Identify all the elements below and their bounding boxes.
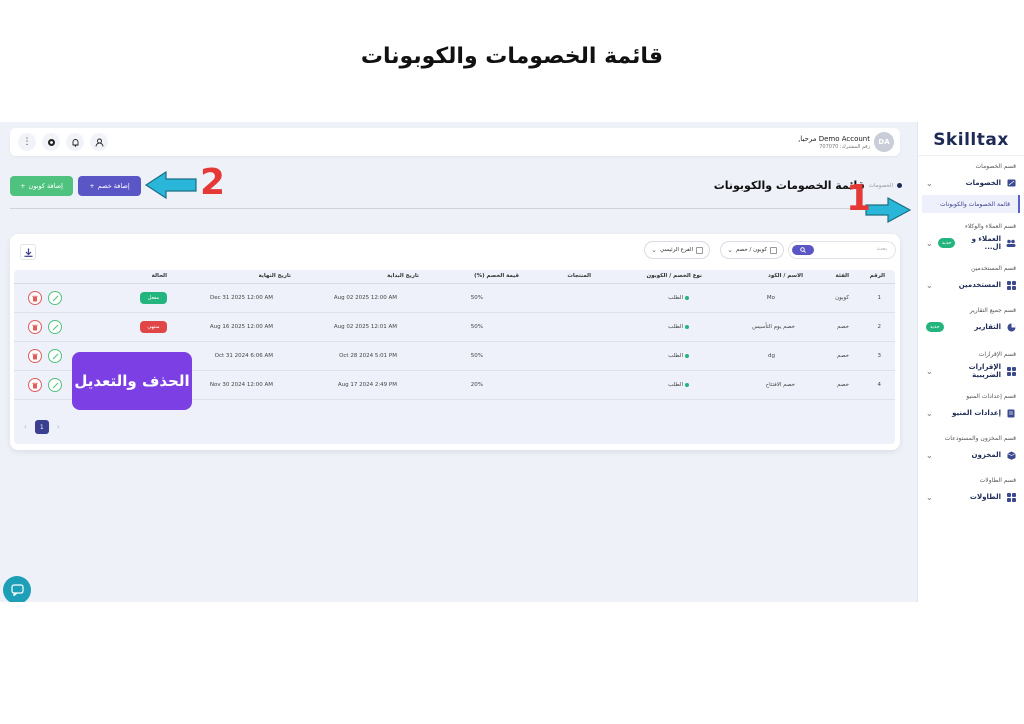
arrow-to-discount-list (865, 196, 912, 224)
annotation-number-1: 1 (846, 178, 872, 219)
annotation-number-2: 2 (200, 162, 226, 203)
page-heading: قائمة الخصومات والكوبونات (360, 44, 664, 69)
arrow-to-add-discount (144, 170, 197, 200)
app-screenshot: Skilltax قسم الخصومات الخصومات ⌄ قائمة ا… (0, 122, 1024, 602)
